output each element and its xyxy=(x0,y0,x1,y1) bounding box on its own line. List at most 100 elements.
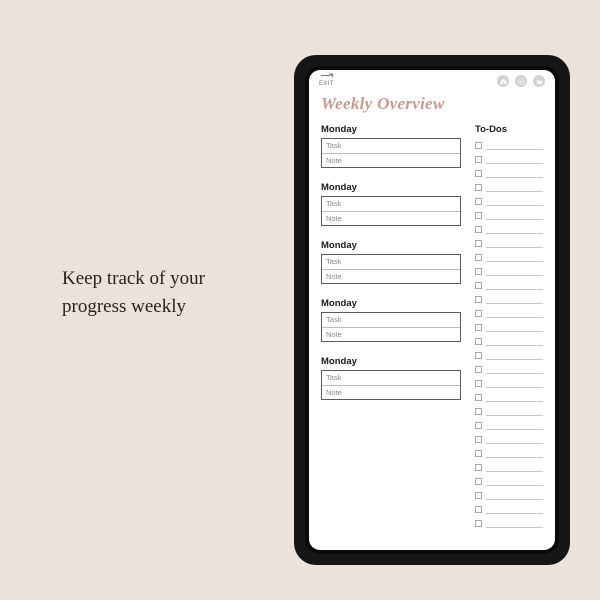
todo-line[interactable] xyxy=(486,401,543,402)
checkbox-icon[interactable] xyxy=(475,450,482,457)
todo-line[interactable] xyxy=(486,443,543,444)
checkbox-icon[interactable] xyxy=(475,310,482,317)
todo-line[interactable] xyxy=(486,149,543,150)
task-row[interactable]: Task xyxy=(322,313,460,327)
todo-row[interactable] xyxy=(475,474,543,488)
todo-row[interactable] xyxy=(475,152,543,166)
checkbox-icon[interactable] xyxy=(475,520,482,527)
todo-row[interactable] xyxy=(475,320,543,334)
todo-line[interactable] xyxy=(486,219,543,220)
todo-row[interactable] xyxy=(475,418,543,432)
day-box[interactable]: TaskNote xyxy=(321,196,461,226)
todo-row[interactable] xyxy=(475,362,543,376)
todo-line[interactable] xyxy=(486,275,543,276)
checkbox-icon[interactable] xyxy=(475,170,482,177)
todo-line[interactable] xyxy=(486,513,543,514)
checkbox-icon[interactable] xyxy=(475,338,482,345)
todo-row[interactable] xyxy=(475,488,543,502)
checkbox-icon[interactable] xyxy=(475,198,482,205)
checkbox-icon[interactable] xyxy=(475,380,482,387)
task-row[interactable]: Task xyxy=(322,197,460,211)
target-icon[interactable] xyxy=(515,75,527,87)
todo-line[interactable] xyxy=(486,499,543,500)
calendar-icon[interactable] xyxy=(533,75,545,87)
todo-line[interactable] xyxy=(486,331,543,332)
todo-line[interactable] xyxy=(486,429,543,430)
checkbox-icon[interactable] xyxy=(475,268,482,275)
task-row[interactable]: Task xyxy=(322,371,460,385)
checkbox-icon[interactable] xyxy=(475,254,482,261)
todo-line[interactable] xyxy=(486,359,543,360)
checkbox-icon[interactable] xyxy=(475,142,482,149)
checkbox-icon[interactable] xyxy=(475,464,482,471)
todo-line[interactable] xyxy=(486,387,543,388)
checkbox-icon[interactable] xyxy=(475,240,482,247)
todo-line[interactable] xyxy=(486,163,543,164)
todo-line[interactable] xyxy=(486,191,543,192)
todo-row[interactable] xyxy=(475,264,543,278)
checkbox-icon[interactable] xyxy=(475,394,482,401)
checkbox-icon[interactable] xyxy=(475,492,482,499)
todo-line[interactable] xyxy=(486,289,543,290)
todo-row[interactable] xyxy=(475,306,543,320)
note-row[interactable]: Note xyxy=(322,327,460,341)
todo-line[interactable] xyxy=(486,471,543,472)
checkbox-icon[interactable] xyxy=(475,282,482,289)
todo-row[interactable] xyxy=(475,334,543,348)
todo-line[interactable] xyxy=(486,303,543,304)
todo-row[interactable] xyxy=(475,292,543,306)
todo-row[interactable] xyxy=(475,208,543,222)
todo-row[interactable] xyxy=(475,432,543,446)
task-row[interactable]: Task xyxy=(322,139,460,153)
todo-line[interactable] xyxy=(486,247,543,248)
checkbox-icon[interactable] xyxy=(475,422,482,429)
note-row[interactable]: Note xyxy=(322,211,460,225)
checkbox-icon[interactable] xyxy=(475,478,482,485)
task-row[interactable]: Task xyxy=(322,255,460,269)
todo-row[interactable] xyxy=(475,250,543,264)
todo-row[interactable] xyxy=(475,348,543,362)
home-icon[interactable] xyxy=(497,75,509,87)
checkbox-icon[interactable] xyxy=(475,352,482,359)
todo-row[interactable] xyxy=(475,404,543,418)
todo-line[interactable] xyxy=(486,527,543,528)
todo-line[interactable] xyxy=(486,345,543,346)
todo-row[interactable] xyxy=(475,222,543,236)
checkbox-icon[interactable] xyxy=(475,408,482,415)
checkbox-icon[interactable] xyxy=(475,296,482,303)
checkbox-icon[interactable] xyxy=(475,212,482,219)
todo-line[interactable] xyxy=(486,373,543,374)
todo-row[interactable] xyxy=(475,194,543,208)
checkbox-icon[interactable] xyxy=(475,226,482,233)
day-box[interactable]: TaskNote xyxy=(321,370,461,400)
todo-line[interactable] xyxy=(486,457,543,458)
todo-row[interactable] xyxy=(475,516,543,530)
checkbox-icon[interactable] xyxy=(475,506,482,513)
note-row[interactable]: Note xyxy=(322,269,460,283)
checkbox-icon[interactable] xyxy=(475,184,482,191)
todo-line[interactable] xyxy=(486,177,543,178)
checkbox-icon[interactable] xyxy=(475,366,482,373)
note-row[interactable]: Note xyxy=(322,385,460,399)
day-box[interactable]: TaskNote xyxy=(321,254,461,284)
checkbox-icon[interactable] xyxy=(475,324,482,331)
todo-row[interactable] xyxy=(475,278,543,292)
todo-line[interactable] xyxy=(486,261,543,262)
todo-line[interactable] xyxy=(486,317,543,318)
day-box[interactable]: TaskNote xyxy=(321,312,461,342)
todo-row[interactable] xyxy=(475,166,543,180)
exit-button[interactable]: EXIT xyxy=(319,76,334,87)
todo-line[interactable] xyxy=(486,205,543,206)
checkbox-icon[interactable] xyxy=(475,156,482,163)
todo-line[interactable] xyxy=(486,485,543,486)
todo-row[interactable] xyxy=(475,390,543,404)
todo-row[interactable] xyxy=(475,460,543,474)
todo-row[interactable] xyxy=(475,236,543,250)
checkbox-icon[interactable] xyxy=(475,436,482,443)
todo-row[interactable] xyxy=(475,376,543,390)
note-row[interactable]: Note xyxy=(322,153,460,167)
todo-row[interactable] xyxy=(475,180,543,194)
day-box[interactable]: TaskNote xyxy=(321,138,461,168)
todo-line[interactable] xyxy=(486,233,543,234)
todo-row[interactable] xyxy=(475,502,543,516)
